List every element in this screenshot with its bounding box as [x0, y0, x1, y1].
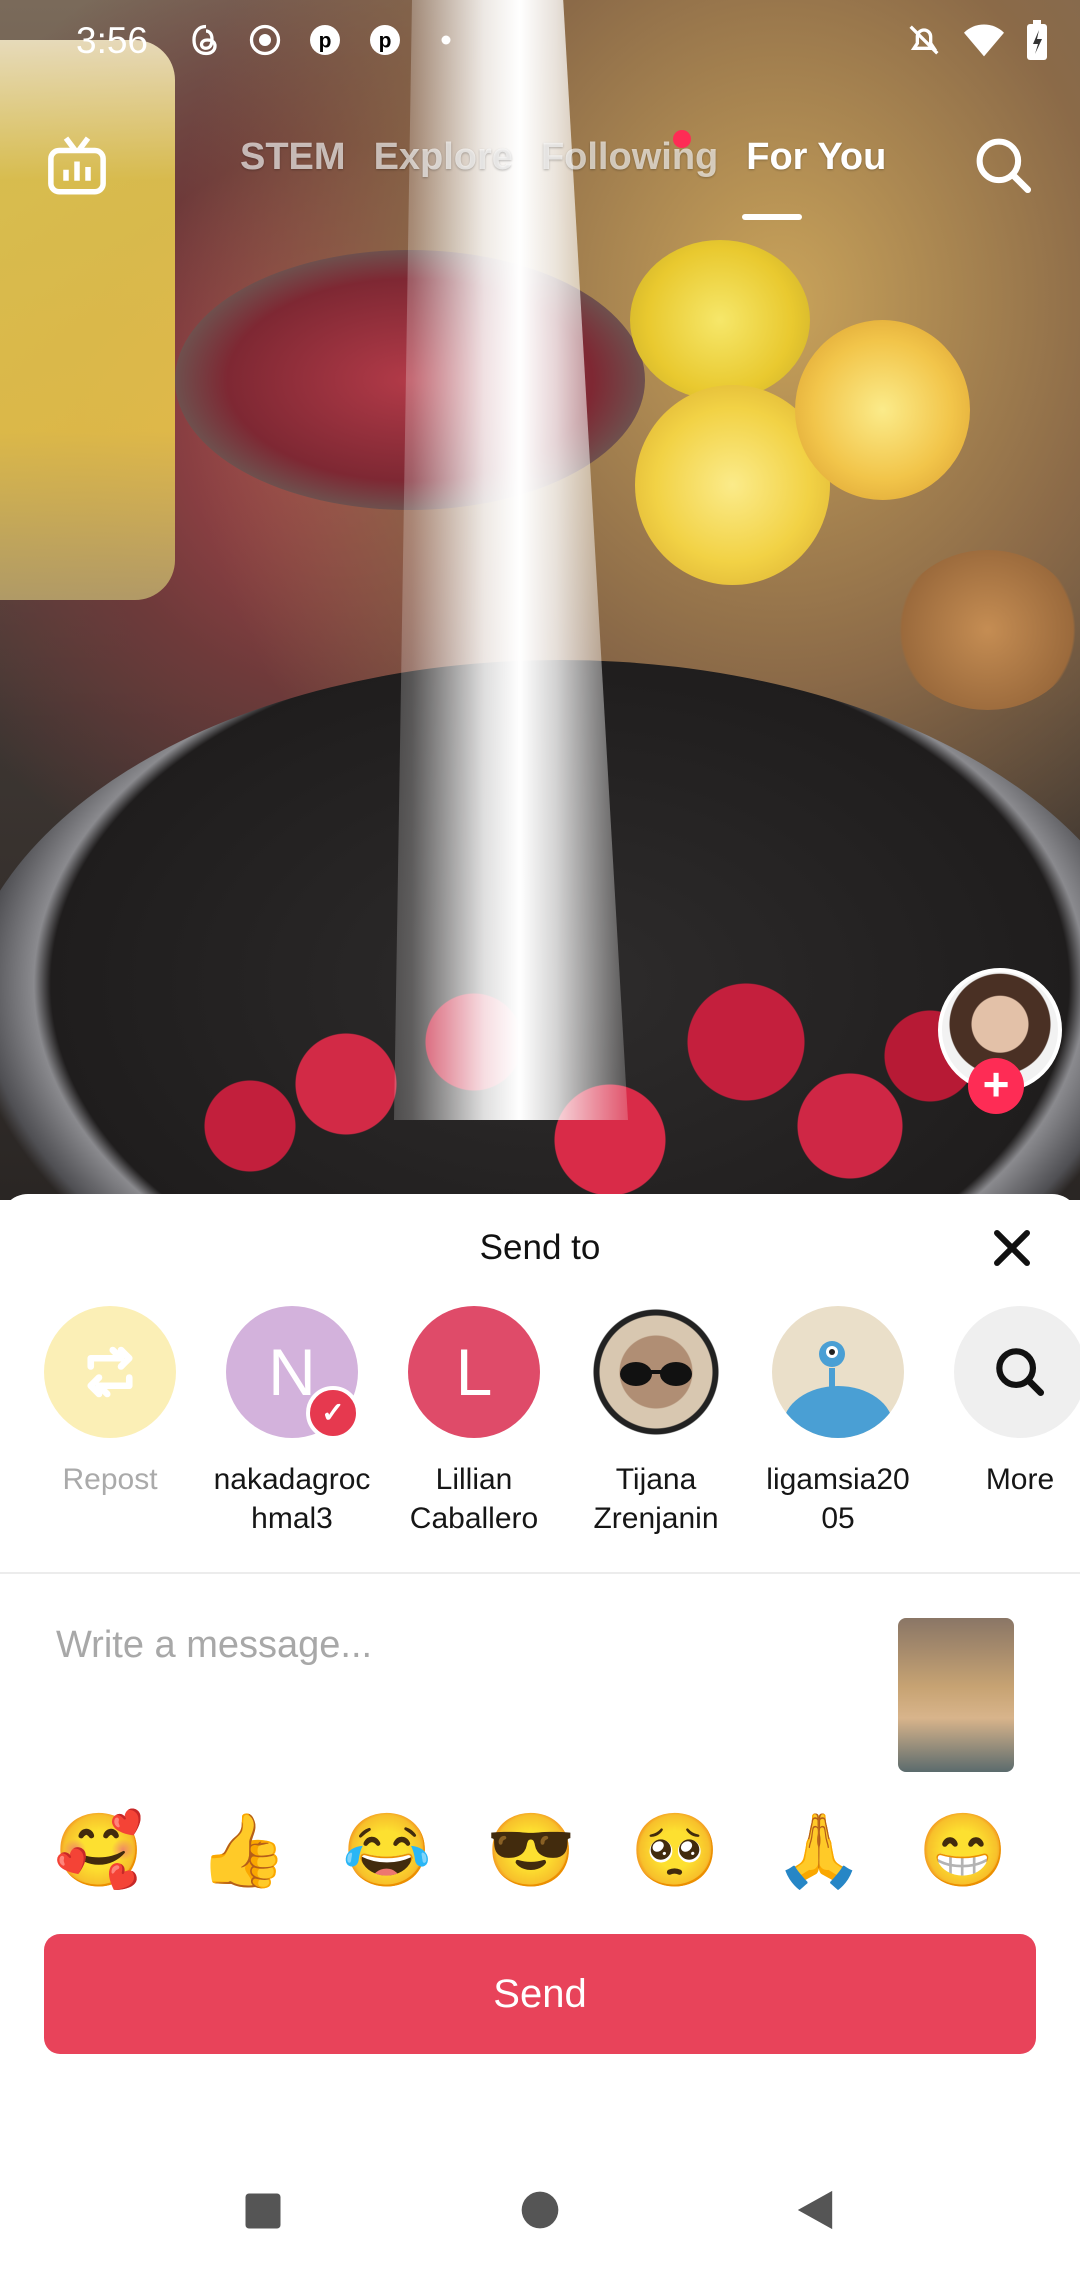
- emoji-pleading[interactable]: 🥺: [630, 1806, 720, 1896]
- pinterest-icon: p: [305, 22, 345, 62]
- cat-photo-avatar: [590, 1306, 722, 1438]
- share-sheet: Send to Repost N ✓ nakadagroc hmal3 L Li…: [0, 1194, 1080, 2280]
- follow-plus-icon[interactable]: +: [968, 1058, 1024, 1114]
- recipient-ligamsia2005[interactable]: ligamsia20 05: [747, 1306, 929, 1538]
- threads-icon: [186, 22, 226, 62]
- status-bar: 3:56 p p: [0, 0, 1080, 84]
- recipient-tijana-zrenjanin[interactable]: Tijana Zrenjanin: [565, 1306, 747, 1538]
- recipient-repost[interactable]: Repost: [19, 1306, 201, 1499]
- avatar: N ✓: [226, 1306, 360, 1440]
- emoji-smiling-hearts[interactable]: 🥰: [54, 1806, 144, 1896]
- pinterest-icon: p: [365, 22, 405, 62]
- emoji-folded-hands[interactable]: 🙏: [774, 1806, 864, 1896]
- wifi-icon: [962, 20, 1006, 65]
- emoji-thumbs-up[interactable]: 👍: [198, 1806, 288, 1896]
- recipient-list: Repost N ✓ nakadagroc hmal3 L Lillian Ca…: [0, 1306, 1080, 1556]
- close-icon[interactable]: [982, 1218, 1042, 1278]
- recipient-more[interactable]: More: [929, 1306, 1080, 1499]
- recipient-label: Lillian Caballero: [409, 1463, 539, 1535]
- recents-icon[interactable]: [242, 2190, 284, 2237]
- tab-stem[interactable]: STEM: [240, 136, 346, 179]
- avatar: L: [408, 1306, 540, 1438]
- following-live-dot: [673, 130, 691, 148]
- live-tv-icon[interactable]: [44, 134, 110, 200]
- recipient-label: ligamsia20 05: [766, 1463, 910, 1535]
- sheet-title: Send to: [479, 1228, 601, 1267]
- emoji-grin[interactable]: 😁: [918, 1806, 1008, 1896]
- back-icon[interactable]: [794, 2186, 836, 2239]
- divider: [0, 1572, 1080, 1574]
- feed-tabs: STEM Explore Following For You: [240, 136, 886, 179]
- dot-icon: [426, 22, 466, 62]
- svg-text:p: p: [319, 30, 332, 53]
- search-icon: [954, 1306, 1080, 1438]
- video-lemon: [630, 240, 810, 400]
- emoji-sunglasses[interactable]: 😎: [486, 1806, 576, 1896]
- top-nav: STEM Explore Following For You: [0, 120, 1080, 230]
- status-right-icons: [904, 18, 1050, 66]
- recipient-lillian-caballero[interactable]: L Lillian Caballero: [383, 1306, 565, 1538]
- mute-icon: [904, 20, 944, 65]
- recipient-label: More: [985, 1463, 1055, 1496]
- repost-icon: [44, 1306, 176, 1438]
- tab-following[interactable]: Following: [541, 136, 718, 179]
- video-thumbnail: [898, 1618, 1014, 1772]
- svg-text:p: p: [379, 30, 392, 53]
- record-icon: [245, 22, 285, 62]
- active-tab-indicator: [742, 214, 802, 220]
- tab-for-you[interactable]: For You: [746, 136, 886, 179]
- recipient-label: nakadagroc hmal3: [213, 1463, 371, 1535]
- emoji-row: 🥰 👍 😂 😎 🥺 🙏 😁: [0, 1806, 1080, 1896]
- home-icon[interactable]: [518, 2188, 562, 2237]
- search-icon[interactable]: [970, 132, 1036, 198]
- emoji-tears-of-joy[interactable]: 😂: [342, 1806, 432, 1896]
- avatar-initial: L: [455, 1335, 493, 1409]
- system-nav-bar: [0, 2170, 1080, 2250]
- video-spoon: [895, 550, 1080, 710]
- recipient-label: Repost: [62, 1463, 158, 1496]
- message-input[interactable]: Write a message...: [56, 1624, 372, 1667]
- recipient-nakadagrochmal3[interactable]: N ✓ nakadagroc hmal3: [201, 1306, 383, 1538]
- video-lemon: [795, 320, 970, 500]
- check-icon: ✓: [306, 1386, 360, 1440]
- blue-creature-avatar: [772, 1306, 904, 1438]
- battery-charging-icon: [1024, 18, 1050, 67]
- tab-explore[interactable]: Explore: [374, 136, 513, 179]
- status-time: 3:56: [76, 20, 149, 61]
- send-button[interactable]: Send: [44, 1934, 1036, 2054]
- recipient-label: Tijana Zrenjanin: [593, 1463, 719, 1535]
